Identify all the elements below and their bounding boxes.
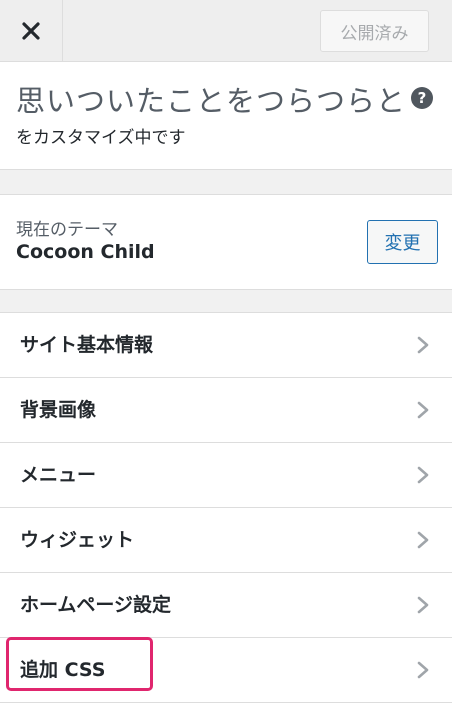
chevron-right-icon [417,661,429,679]
customizer-section-list: サイト基本情報 背景画像 メニュー ウィジェット ホームページ設定 追加 CSS [0,312,452,703]
customizing-text: をカスタマイズ中です [16,128,186,148]
section-menus[interactable]: メニュー [0,443,452,508]
customizer-header: 公開済み [0,0,452,62]
section-homepage-settings[interactable]: ホームページ設定 [0,573,452,638]
customizer-info-panel: 思いついたことをつらつらと ? をカスタマイズ中です [0,62,452,170]
chevron-right-icon [417,336,429,354]
chevron-right-icon [417,596,429,614]
chevron-right-icon [417,401,429,419]
section-label: 背景画像 [20,399,97,421]
close-icon [22,21,40,40]
section-label: メニュー [20,464,97,486]
help-icon[interactable]: ? [411,87,433,109]
section-label: サイト基本情報 [20,334,154,356]
theme-panel: 現在のテーマ Cocoon Child 変更 [0,194,452,290]
change-theme-button[interactable]: 変更 [367,220,438,264]
chevron-right-icon [417,466,429,484]
section-site-identity[interactable]: サイト基本情報 [0,313,452,378]
section-background-image[interactable]: 背景画像 [0,378,452,443]
close-button[interactable] [0,0,63,61]
chevron-right-icon [417,531,429,549]
section-widgets[interactable]: ウィジェット [0,508,452,573]
site-title: 思いついたことをつらつらと [16,84,407,118]
section-additional-css[interactable]: 追加 CSS [0,638,452,703]
section-label: ウィジェット [20,529,135,551]
publish-button[interactable]: 公開済み [320,10,429,52]
theme-name: Cocoon Child [16,241,155,263]
section-label: 追加 CSS [20,659,106,681]
theme-caption: 現在のテーマ [16,220,118,240]
section-label: ホームページ設定 [20,594,172,616]
